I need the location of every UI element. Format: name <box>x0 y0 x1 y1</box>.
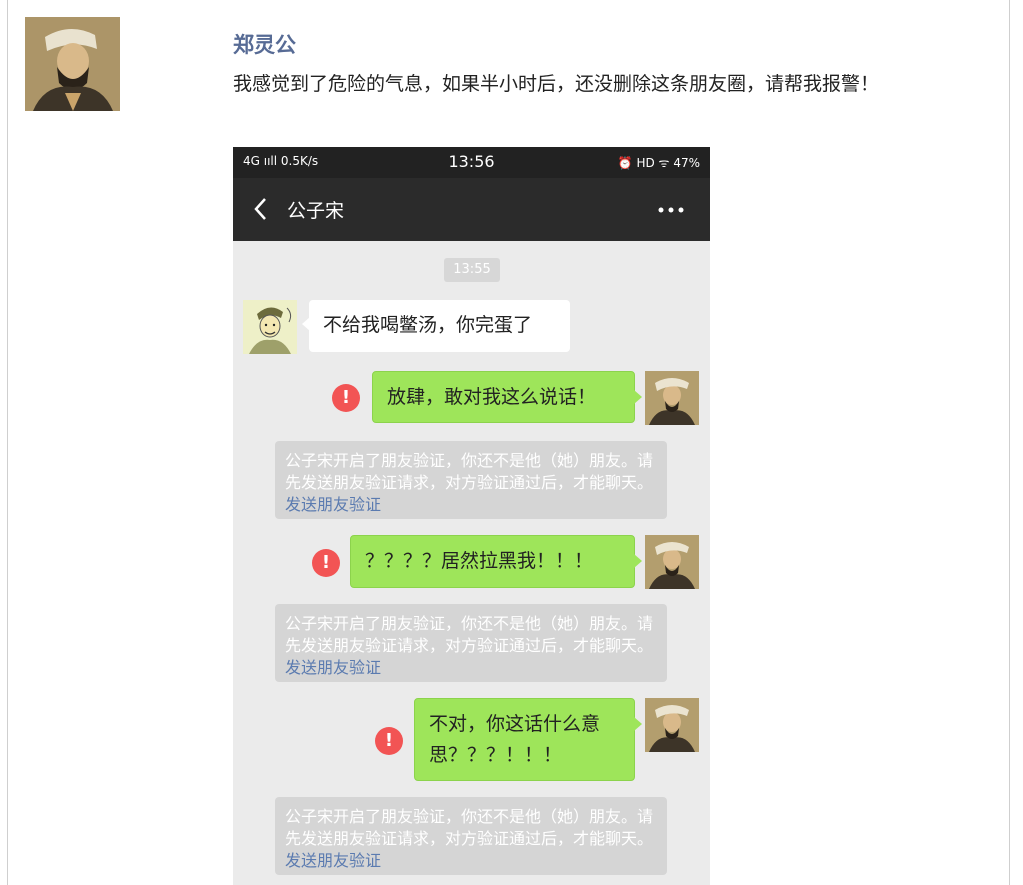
outgoing-message-bubble[interactable]: 不对，你这话什么意思？？？！！！ <box>414 698 642 781</box>
chat-titlebar: 公子宋 <box>233 178 710 241</box>
send-verification-link[interactable]: 发送朋友验证 <box>285 658 381 677</box>
contact-avatar[interactable] <box>243 300 297 354</box>
my-avatar[interactable] <box>645 698 699 752</box>
notice-text: 公子宋开启了朋友验证，你还不是他（她）朋友。请先发送朋友验证请求，对方验证通过后… <box>285 614 654 655</box>
my-avatar[interactable] <box>645 535 699 589</box>
incoming-message-bubble[interactable]: 不给我喝鳖汤，你完蛋了 <box>302 300 570 352</box>
my-avatar[interactable] <box>645 371 699 425</box>
status-bar: 4G ııll 0.5K/s 13:56 ⏰ HD ᯤ 47% <box>233 147 710 178</box>
battery-status: ⏰ HD ᯤ 47% <box>617 156 700 170</box>
frame-right-border <box>1009 0 1010 885</box>
send-verification-link[interactable]: 发送朋友验证 <box>285 851 381 870</box>
notice-text: 公子宋开启了朋友验证，你还不是他（她）朋友。请先发送朋友验证请求，对方验证通过后… <box>285 807 654 848</box>
message-timestamp: 13:55 <box>444 258 500 282</box>
outgoing-message-bubble[interactable]: ？？？？居然拉黑我！！！ <box>350 535 642 588</box>
more-options-icon[interactable] <box>657 202 685 216</box>
post-text: 我感觉到了危险的气息，如果半小时后，还没删除这条朋友圈，请帮我报警！ <box>233 73 880 95</box>
send-failed-icon[interactable]: ! <box>375 727 403 755</box>
friend-verification-notice: 公子宋开启了朋友验证，你还不是他（她）朋友。请先发送朋友验证请求，对方验证通过后… <box>275 797 667 875</box>
post-author-avatar[interactable] <box>25 17 120 111</box>
chat-screenshot: 4G ııll 0.5K/s 13:56 ⏰ HD ᯤ 47% 公子宋 13:5… <box>233 147 710 885</box>
post-author-name[interactable]: 郑灵公 <box>233 29 296 59</box>
outgoing-message-bubble[interactable]: 放肆，敢对我这么说话！ <box>372 371 642 423</box>
send-failed-icon[interactable]: ! <box>332 384 360 412</box>
notice-text: 公子宋开启了朋友验证，你还不是他（她）朋友。请先发送朋友验证请求，对方验证通过后… <box>285 451 654 492</box>
friend-verification-notice: 公子宋开启了朋友验证，你还不是他（她）朋友。请先发送朋友验证请求，对方验证通过后… <box>275 604 667 682</box>
frame-left-border <box>7 0 8 885</box>
send-verification-link[interactable]: 发送朋友验证 <box>285 495 381 514</box>
send-failed-icon[interactable]: ! <box>312 549 340 577</box>
chat-title: 公子宋 <box>287 200 345 222</box>
friend-verification-notice: 公子宋开启了朋友验证，你还不是他（她）朋友。请先发送朋友验证请求，对方验证通过后… <box>275 441 667 519</box>
back-arrow-icon[interactable] <box>251 197 273 221</box>
